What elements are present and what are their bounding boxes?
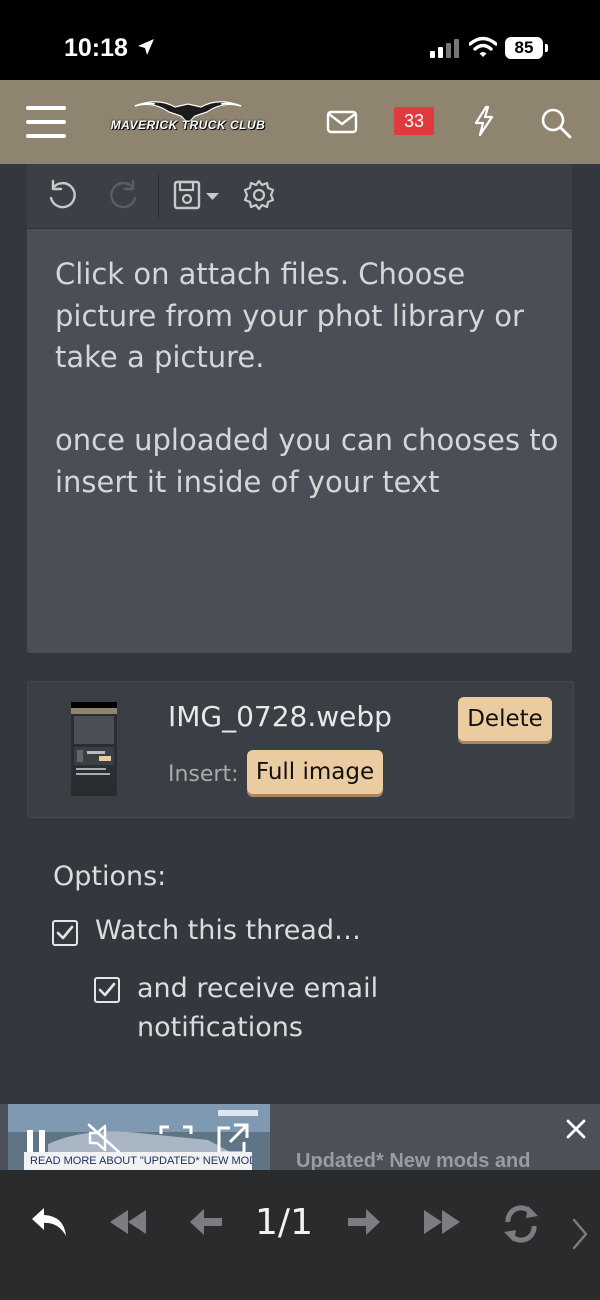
next-page-icon[interactable] bbox=[344, 1204, 384, 1240]
message-editor[interactable]: Click on attach files. Choose picture fr… bbox=[27, 229, 572, 653]
logo-text: MAVERICK TRUCK CLUB bbox=[110, 118, 266, 132]
alerts-badge[interactable]: 33 bbox=[394, 107, 434, 135]
last-page-icon[interactable] bbox=[420, 1204, 464, 1240]
bolt-icon[interactable] bbox=[472, 105, 496, 137]
status-bar: 10:18 85 bbox=[0, 0, 600, 80]
close-icon[interactable] bbox=[565, 1118, 587, 1140]
watch-thread-checkbox[interactable] bbox=[52, 920, 78, 946]
attachment-filename: IMG_0728.webp bbox=[168, 700, 392, 733]
delete-attachment-button[interactable]: Delete bbox=[458, 697, 552, 741]
gear-icon[interactable] bbox=[242, 178, 276, 212]
wifi-icon bbox=[469, 36, 497, 57]
checkmark-icon bbox=[98, 982, 116, 997]
editor-paragraph-1: Click on attach files. Choose picture fr… bbox=[55, 257, 524, 374]
battery-nub bbox=[545, 44, 548, 52]
redo-icon[interactable] bbox=[107, 178, 141, 212]
checkmark-icon bbox=[56, 925, 74, 940]
insert-label: Insert: bbox=[168, 762, 239, 787]
save-draft-icon[interactable] bbox=[173, 178, 223, 212]
search-icon[interactable] bbox=[540, 107, 572, 139]
watch-thread-label[interactable]: Watch this thread… bbox=[95, 911, 495, 950]
ad-banner[interactable]: READ MORE ABOUT "UPDATED* NEW MODS AND M… bbox=[0, 1104, 600, 1174]
page-navigation-bar: 1/1 bbox=[0, 1170, 600, 1300]
reply-icon[interactable] bbox=[28, 1204, 70, 1240]
cell-signal-icon bbox=[430, 39, 459, 58]
editor-paragraph-2: once uploaded you can chooses to insert … bbox=[55, 423, 559, 499]
attachment-thumbnail[interactable] bbox=[71, 702, 117, 796]
menu-icon[interactable] bbox=[26, 104, 68, 140]
fullscreen-icon[interactable] bbox=[158, 1124, 194, 1154]
email-notifications-label[interactable]: and receive email notifications bbox=[137, 969, 447, 1047]
ad-video-player[interactable]: READ MORE ABOUT "UPDATED* NEW MODS AND M… bbox=[8, 1104, 270, 1174]
mail-icon[interactable] bbox=[326, 110, 358, 134]
mute-icon[interactable] bbox=[86, 1122, 122, 1154]
first-page-icon[interactable] bbox=[106, 1204, 150, 1240]
toolbar-separator bbox=[158, 172, 159, 220]
refresh-icon[interactable] bbox=[500, 1204, 542, 1244]
attachment-item: IMG_0728.webp Insert: Full image Delete bbox=[27, 681, 574, 818]
site-logo[interactable]: MAVERICK TRUCK CLUB bbox=[105, 96, 271, 150]
undo-icon[interactable] bbox=[45, 178, 79, 212]
site-header: MAVERICK TRUCK CLUB 33 bbox=[0, 80, 600, 164]
insert-full-image-button[interactable]: Full image bbox=[247, 750, 383, 794]
editor-toolbar bbox=[27, 164, 572, 229]
page-indicator: 1/1 bbox=[255, 1202, 313, 1243]
email-notifications-checkbox[interactable] bbox=[94, 977, 120, 1003]
thumbnail-screenshot-graphic bbox=[71, 702, 117, 796]
status-time: 10:18 bbox=[64, 34, 128, 62]
options-heading: Options: bbox=[53, 861, 167, 892]
chevron-right-icon[interactable] bbox=[570, 1216, 592, 1252]
battery-indicator: 85 bbox=[505, 37, 543, 59]
location-arrow-icon bbox=[138, 39, 154, 55]
previous-page-icon[interactable] bbox=[186, 1204, 226, 1240]
